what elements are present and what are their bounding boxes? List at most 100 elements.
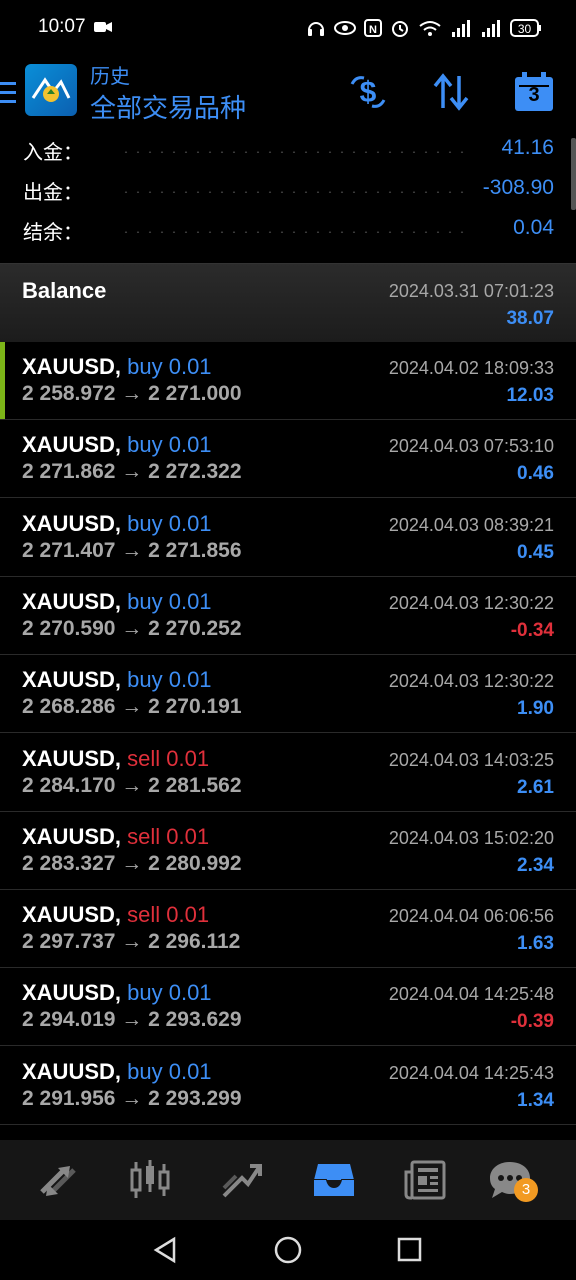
trade-icon[interactable]	[218, 1158, 266, 1202]
deal-symbol: XAUUSD,	[22, 745, 122, 771]
app-logo	[25, 64, 77, 116]
deal-prices: 2 268.286 → 2 270.191	[22, 695, 242, 719]
deal-time: 2024.04.03 08:39:21	[388, 514, 554, 535]
headphones-icon	[308, 22, 324, 36]
status-icons: N 30	[306, 14, 542, 42]
deal-row[interactable]: XAUUSD, buy 0.01 2 270.590 → 2 270.252 202…	[0, 576, 576, 655]
deal-prices: 2 258.972 → 2 271.000	[22, 382, 242, 405]
deal-prices: 2 271.407 → 2 271.856	[22, 538, 242, 562]
summary-label: 结余：	[23, 222, 83, 244]
deal-row[interactable]: XAUUSD, buy 0.01 2 258.972 → 2 271.000 202…	[0, 342, 576, 420]
deal-symbol-line: XAUUSD, sell 0.01	[22, 746, 209, 772]
deal-symbol-line: XAUUSD, sell 0.01	[22, 824, 209, 850]
summary-panel: 入金： 41.16 出金： -308.90 结余： 0.04	[0, 132, 576, 262]
deal-profit: 0.46	[517, 463, 554, 485]
summary-withdrawal-row: 出金： -308.90	[0, 174, 576, 210]
status-bar: 10:07 N 30	[0, 0, 576, 56]
balance-time: 2024.03.31 07:01:23	[388, 281, 554, 301]
deal-row[interactable]: XAUUSD, buy 0.01 2 271.407 → 2 271.856 202…	[0, 498, 576, 577]
deal-side: buy 0.01	[127, 510, 212, 536]
deal-profit: 2.34	[517, 854, 554, 876]
summary-value: 0.04	[513, 216, 554, 239]
deal-time: 2024.04.04 14:25:48	[388, 984, 554, 1005]
deal-symbol: XAUUSD,	[22, 667, 122, 693]
nfc-icon: N	[364, 19, 382, 37]
summary-label: 出金：	[23, 182, 83, 204]
deal-symbol: XAUUSD,	[22, 980, 122, 1006]
quotes-icon[interactable]	[34, 1158, 82, 1202]
history-icon[interactable]	[310, 1158, 358, 1202]
dotted-leader	[120, 191, 466, 193]
balance-value: 38.07	[506, 308, 554, 329]
deal-symbol: XAUUSD,	[22, 510, 122, 536]
selected-indicator	[0, 342, 5, 419]
summary-value: -308.90	[482, 176, 554, 199]
deal-symbol-line: XAUUSD, buy 0.01	[22, 589, 212, 615]
deal-profit: 0.45	[517, 541, 554, 563]
deal-symbol: XAUUSD,	[22, 588, 122, 614]
deal-time: 2024.04.04 06:06:56	[388, 906, 554, 927]
deal-symbol-line: XAUUSD, buy 0.01	[22, 354, 212, 380]
deal-row[interactable]: XAUUSD, sell 0.01 2 297.737 → 2 296.112 20…	[0, 890, 576, 969]
system-nav-bar	[0, 1220, 576, 1280]
sort-icon[interactable]	[429, 70, 473, 114]
deal-side: buy 0.01	[127, 354, 212, 379]
deal-symbol-line: XAUUSD, sell 0.01	[22, 902, 209, 928]
recents-icon[interactable]	[397, 1237, 423, 1263]
summary-deposit-row: 入金： 41.16	[0, 134, 576, 170]
deal-time: 2024.04.02 18:09:33	[388, 358, 554, 378]
deal-row[interactable]: XAUUSD, buy 0.01 2 271.862 → 2 272.322 202…	[0, 420, 576, 499]
chart-icon[interactable]	[126, 1158, 174, 1202]
deal-side: buy 0.01	[127, 432, 212, 458]
deal-row[interactable]: XAUUSD, buy 0.01 2 268.286 → 2 270.191 202…	[0, 655, 576, 734]
deal-time: 2024.04.03 15:02:20	[388, 827, 554, 848]
deal-time: 2024.04.03 07:53:10	[388, 436, 554, 457]
summary-label: 入金：	[23, 142, 83, 164]
alarm-icon	[392, 21, 408, 37]
deal-side: sell 0.01	[127, 823, 210, 849]
deal-profit: 1.34	[517, 1089, 554, 1111]
deal-profit: 12.03	[506, 385, 554, 406]
deal-prices: 2 291.956 → 2 293.299	[22, 1086, 242, 1110]
deal-prices: 2 284.170 → 2 281.562	[22, 773, 242, 797]
deal-row[interactable]: XAUUSD, buy 0.01 2 291.956 → 2 293.299 202…	[0, 1046, 576, 1125]
scrollbar-thumb[interactable]	[571, 138, 576, 210]
deal-time: 2024.04.04 14:25:43	[388, 1062, 554, 1083]
svg-text:$: $	[360, 76, 377, 109]
deal-prices: 2 297.737 → 2 296.112	[22, 930, 241, 954]
balance-title: Balance	[22, 278, 107, 303]
deal-symbol-line: XAUUSD, buy 0.01	[22, 667, 212, 693]
deal-time: 2024.04.03 12:30:22	[388, 671, 554, 692]
bottom-nav	[0, 1140, 576, 1220]
news-icon[interactable]	[402, 1158, 450, 1202]
deal-profit: -0.39	[510, 1011, 554, 1033]
menu-icon[interactable]	[0, 80, 18, 106]
app-header: 历史 全部交易品种 $ 3	[0, 56, 576, 132]
deal-profit: 1.63	[517, 933, 554, 955]
deal-symbol-line: XAUUSD, buy 0.01	[22, 1059, 212, 1085]
deal-row[interactable]: XAUUSD, sell 0.01 2 284.170 → 2 281.562 20…	[0, 733, 576, 812]
dotted-leader	[120, 151, 466, 153]
back-icon[interactable]	[152, 1236, 180, 1264]
deal-symbol: XAUUSD,	[22, 902, 122, 928]
home-icon[interactable]	[274, 1236, 302, 1264]
header-subtitle[interactable]: 全部交易品种	[90, 88, 246, 125]
deal-row[interactable]: XAUUSD, sell 0.01 2 283.327 → 2 280.992 20…	[0, 811, 576, 890]
summary-balance-row: 结余： 0.04	[0, 214, 576, 250]
deal-side: buy 0.01	[127, 667, 212, 693]
signal-icon-2	[482, 20, 500, 37]
video-icon	[94, 22, 112, 32]
calendar-day: 3	[528, 84, 540, 106]
dollar-swap-icon[interactable]: $	[346, 70, 390, 114]
deal-prices: 2 294.019 → 2 293.629	[22, 1008, 242, 1032]
eye-icon	[334, 21, 356, 35]
signal-icon-1	[452, 20, 470, 37]
calendar-button[interactable]: 3	[512, 70, 556, 114]
deal-prices: 2 283.327 → 2 280.992	[22, 851, 242, 875]
balance-row[interactable]: Balance 2024.03.31 07:01:23 38.07	[0, 263, 576, 343]
deal-symbol-line: XAUUSD, buy 0.01	[22, 432, 212, 458]
svg-text:N: N	[369, 24, 377, 36]
deal-side: sell 0.01	[127, 745, 210, 771]
deal-side: buy 0.01	[127, 588, 212, 614]
deal-row[interactable]: XAUUSD, buy 0.01 2 294.019 → 2 293.629 202…	[0, 968, 576, 1047]
